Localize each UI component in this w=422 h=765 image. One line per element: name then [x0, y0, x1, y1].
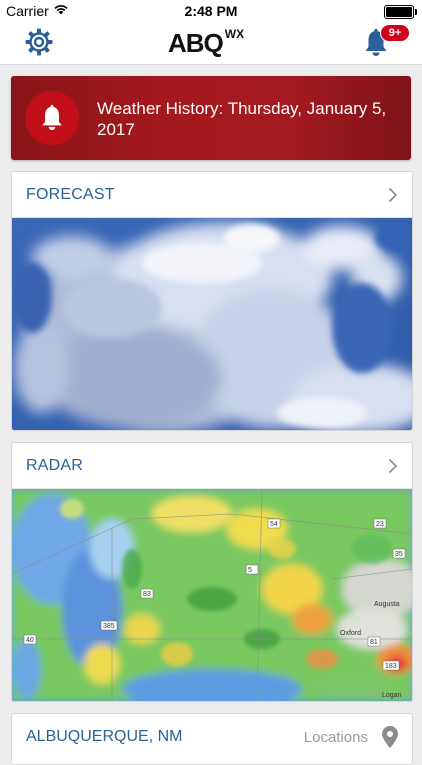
radar-card[interactable]: RADAR 385 40 5 83 54 23 81 183 35 Oxford… — [11, 442, 413, 702]
status-bar: Carrier 2:48 PM — [0, 0, 422, 22]
notification-badge: 9+ — [380, 24, 410, 42]
gear-icon[interactable] — [24, 27, 54, 57]
location-title: ALBUQUERQUE, NM — [26, 728, 183, 745]
logo-main: ABQ — [168, 28, 224, 58]
alert-text: Weather History: Thursday, January 5, 20… — [97, 99, 387, 139]
clock: 2:48 PM — [184, 3, 238, 19]
forecast-header[interactable]: FORECAST — [12, 172, 412, 218]
weather-history-alert[interactable]: Weather History: Thursday, January 5, 20… — [11, 76, 411, 160]
app-logo: ABQ WX — [168, 27, 245, 58]
radar-road-label: 23 — [376, 521, 384, 528]
map-pin-icon[interactable] — [382, 726, 398, 748]
forecast-title: FORECAST — [26, 186, 115, 203]
radar-road-label: 35 — [395, 551, 403, 558]
nav-bar: ABQ WX 9+ — [0, 22, 422, 65]
bell-icon — [42, 104, 62, 131]
location-card[interactable]: ALBUQUERQUE, NM Locations — [11, 713, 413, 765]
locations-link[interactable]: Locations — [304, 729, 368, 746]
chevron-right-icon — [388, 187, 398, 203]
radar-map-image: 385 40 5 83 54 23 81 183 35 Oxford Augus… — [12, 489, 412, 701]
forecast-card[interactable]: FORECAST — [11, 171, 413, 431]
radar-road-label: 40 — [26, 637, 34, 644]
radar-road-label: 81 — [370, 639, 378, 646]
radar-road-label: 385 — [103, 623, 115, 630]
battery-icon — [384, 5, 417, 19]
radar-road-label: 54 — [270, 521, 278, 528]
radar-road-label: 5 — [248, 567, 252, 574]
radar-road-label: 83 — [143, 591, 151, 598]
logo-sup: WX — [224, 27, 245, 41]
radar-header[interactable]: RADAR — [12, 443, 412, 489]
radar-town-label: Augusta — [374, 601, 400, 608]
chevron-right-icon — [388, 458, 398, 474]
radar-road-label: 183 — [385, 663, 397, 670]
radar-title: RADAR — [26, 457, 84, 474]
radar-town-label: Logan — [382, 692, 402, 699]
forecast-sky-image — [12, 218, 412, 430]
alert-icon-circle — [25, 91, 79, 145]
radar-town-label: Oxford — [340, 630, 361, 637]
